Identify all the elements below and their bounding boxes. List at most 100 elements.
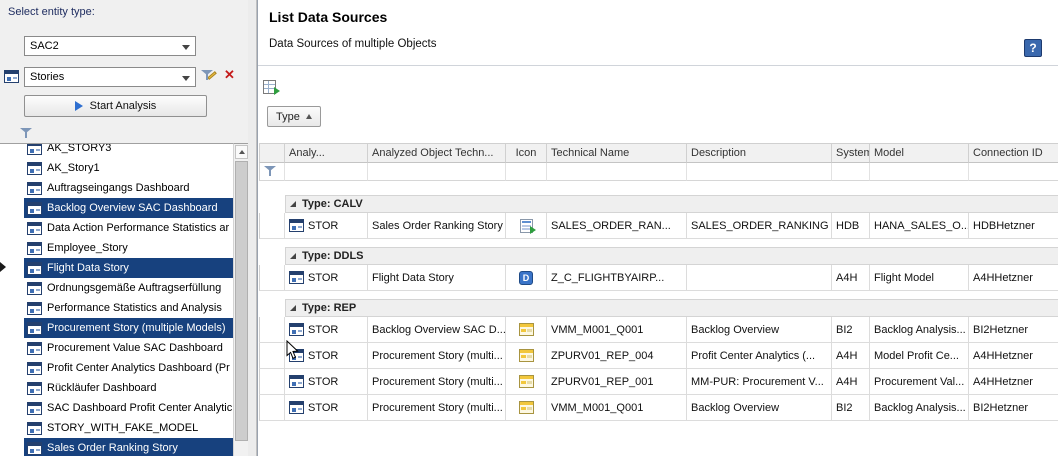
group-row-rep[interactable]: Type: REP	[285, 299, 1058, 317]
clear-filter-icon[interactable]: ✕	[224, 67, 235, 83]
story-list-item[interactable]: Sales Order Ranking Story	[24, 438, 233, 456]
filter-edit-icon[interactable]	[201, 70, 213, 81]
group-expander-icon	[290, 201, 296, 207]
table-row[interactable]: STOR Procurement Story (multi... ZPURV01…	[259, 343, 1058, 369]
table-row[interactable]: STOR Sales Order Ranking Story SALES_ORD…	[259, 213, 1058, 239]
page-subtitle: Data Sources of multiple Objects	[269, 38, 436, 50]
story-list-item-label: Auftragseingangs Dashboard	[47, 182, 189, 194]
analysis-type: STOR	[308, 350, 338, 362]
column-header-description[interactable]: Description	[687, 143, 832, 163]
scroll-up-button[interactable]	[235, 145, 248, 159]
story-icon	[289, 349, 304, 362]
analysis-type-cell: STOR	[285, 317, 368, 343]
column-header-indicator	[259, 143, 285, 163]
filter-indicator-cell	[259, 163, 285, 181]
system-cell: A4H	[832, 265, 870, 291]
table-row[interactable]: STOR Procurement Story (multi... ZPURV01…	[259, 369, 1058, 395]
column-header-connection-id[interactable]: Connection ID	[969, 143, 1058, 163]
story-list-item[interactable]: STORY_WITH_FAKE_MODEL	[24, 418, 233, 438]
model-cell: Flight Model	[870, 265, 969, 291]
column-header-system[interactable]: System	[832, 143, 870, 163]
filter-cell[interactable]	[368, 163, 506, 181]
analysis-type-cell: STOR	[285, 395, 368, 421]
story-list-item[interactable]: Ordnungsgemäße Auftragserfüllung	[24, 278, 233, 298]
story-list-item[interactable]: Rückläufer Dashboard	[24, 378, 233, 398]
export-table-icon	[263, 80, 276, 94]
story-list-item-label: Ordnungsgemäße Auftragserfüllung	[47, 282, 221, 294]
filter-cell[interactable]	[687, 163, 832, 181]
column-header-analysis-type[interactable]: Analy...	[285, 143, 368, 163]
vertical-scrollbar[interactable]	[233, 143, 248, 456]
object-type-combo[interactable]: Stories	[24, 67, 196, 87]
export-to-spreadsheet-button[interactable]	[263, 77, 285, 97]
table-header-row: Analy... Analyzed Object Techn... Icon T…	[259, 143, 1058, 163]
analysis-type-cell: STOR	[285, 265, 368, 291]
connection-id-cell: HDBHetzner	[969, 213, 1058, 239]
help-button[interactable]: ?	[1024, 39, 1042, 57]
connection-id-cell: A4HHetzner	[969, 369, 1058, 395]
story-list-item[interactable]: Profit Center Analytics Dashboard (Pr	[24, 358, 233, 378]
group-row-ddls[interactable]: Type: DDLS	[285, 247, 1058, 265]
table-row[interactable]: STOR Flight Data Story D Z_C_FLIGHTBYAIR…	[259, 265, 1058, 291]
group-label: Type: DDLS	[302, 250, 364, 262]
entity-type-combo[interactable]: SAC2	[24, 36, 196, 56]
start-analysis-button[interactable]: Start Analysis	[24, 95, 207, 117]
filter-cell[interactable]	[285, 163, 368, 181]
scrollbar-thumb[interactable]	[235, 161, 248, 441]
sort-ascending-icon	[306, 114, 312, 119]
page-title: List Data Sources	[269, 9, 387, 25]
column-header-object-name[interactable]: Analyzed Object Techn...	[368, 143, 506, 163]
system-cell: BI2	[832, 395, 870, 421]
story-list-item-label: Sales Order Ranking Story	[47, 442, 178, 454]
app-window: Select entity type: SAC2 Stories ✕ Start…	[0, 0, 1058, 456]
object-type-value: Stories	[30, 71, 64, 83]
story-list-item[interactable]: SAC Dashboard Profit Center Analytic	[24, 398, 233, 418]
bw-query-icon	[519, 401, 534, 414]
filter-cell[interactable]	[969, 163, 1058, 181]
story-list-item[interactable]: Procurement Value SAC Dashboard	[24, 338, 233, 358]
column-header-model[interactable]: Model	[870, 143, 969, 163]
story-icon	[27, 422, 42, 435]
row-indicator-cell	[259, 343, 285, 369]
object-name-cell: Sales Order Ranking Story	[368, 213, 506, 239]
story-icon	[27, 362, 42, 375]
story-list-items: AK_STORY3 AK_Story1 Auftragseingangs Das…	[0, 143, 233, 456]
group-expander-icon	[290, 305, 296, 311]
column-header-technical-name[interactable]: Technical Name	[547, 143, 687, 163]
story-list-item[interactable]: Auftragseingangs Dashboard	[24, 178, 233, 198]
table-row[interactable]: STOR Procurement Story (multi... VMM_M00…	[259, 395, 1058, 421]
object-name-cell: Flight Data Story	[368, 265, 506, 291]
story-icon	[27, 302, 42, 315]
story-list-item[interactable]: AK_Story1	[24, 158, 233, 178]
group-row-calv[interactable]: Type: CALV	[285, 195, 1058, 213]
story-icon	[27, 402, 42, 415]
story-icon	[27, 222, 42, 235]
story-list-item[interactable]: Data Action Performance Statistics ar	[24, 218, 233, 238]
story-icon	[289, 323, 304, 336]
story-icon	[27, 262, 42, 275]
filter-cell[interactable]	[832, 163, 870, 181]
filter-cell[interactable]	[547, 163, 687, 181]
story-icon	[27, 282, 42, 295]
story-list-item-label: AK_STORY3	[47, 143, 111, 154]
list-filter-funnel-icon[interactable]	[20, 128, 32, 139]
model-cell: Backlog Analysis...	[870, 317, 969, 343]
panel-splitter[interactable]	[248, 0, 257, 456]
filter-cell[interactable]	[870, 163, 969, 181]
analysis-type: STOR	[308, 402, 338, 414]
story-list-item[interactable]: Flight Data Story	[24, 258, 233, 278]
filter-cell[interactable]	[506, 163, 547, 181]
system-cell: A4H	[832, 369, 870, 395]
story-list-item[interactable]: Employee_Story	[24, 238, 233, 258]
story-list-item[interactable]: Procurement Story (multiple Models)	[24, 318, 233, 338]
story-list-item[interactable]: Backlog Overview SAC Dashboard	[24, 198, 233, 218]
technical-name-cell: VMM_M001_Q001	[547, 395, 687, 421]
table-row[interactable]: STOR Backlog Overview SAC D... VMM_M001_…	[259, 317, 1058, 343]
object-name-cell: Backlog Overview SAC D...	[368, 317, 506, 343]
object-icon-cell	[506, 213, 547, 239]
column-header-icon[interactable]: Icon	[506, 143, 547, 163]
story-list-item[interactable]: AK_STORY3	[24, 143, 233, 158]
story-list-item[interactable]: Performance Statistics and Analysis	[24, 298, 233, 318]
story-icon	[27, 382, 42, 395]
group-by-chip[interactable]: Type	[267, 106, 321, 127]
